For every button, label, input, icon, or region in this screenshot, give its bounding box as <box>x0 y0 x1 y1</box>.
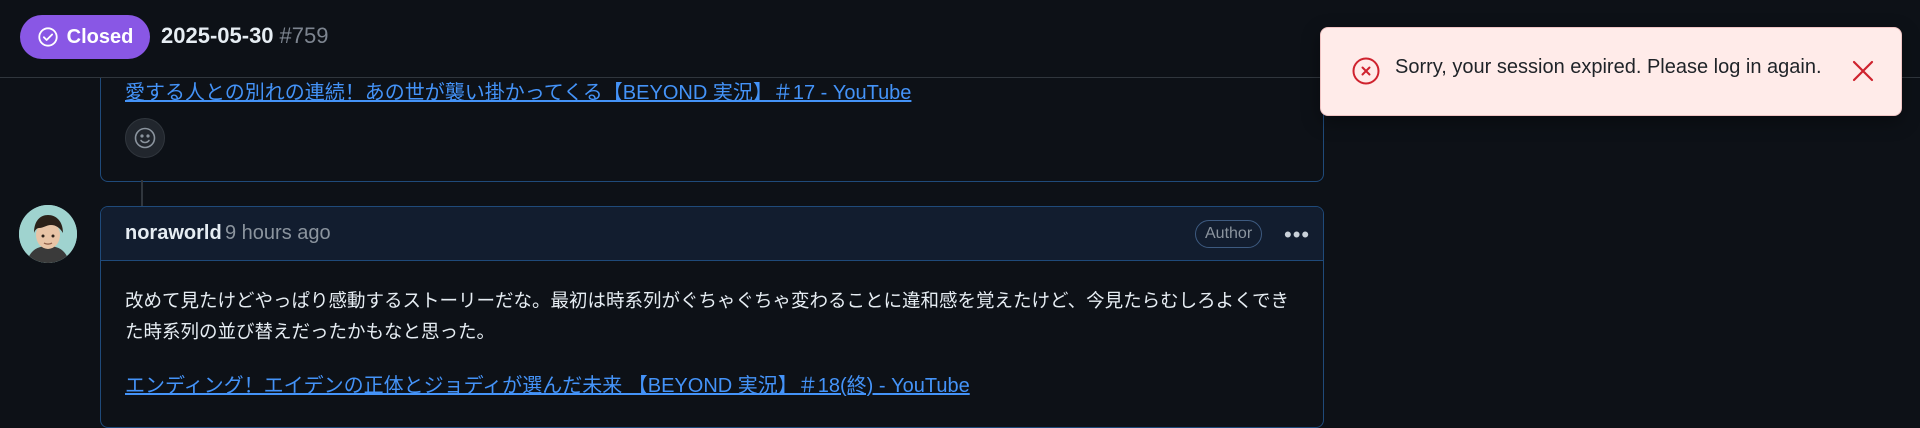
comment-header: noraworld 9 hours ago Author ••• <box>101 207 1323 261</box>
issue-number: #759 <box>279 23 329 48</box>
toast-message: Sorry, your session expired. Please log … <box>1395 56 1822 78</box>
issue-title-text: 2025-05-30 <box>161 23 274 48</box>
author-badge: Author <box>1195 220 1263 248</box>
issue-state-label: Closed <box>66 25 134 48</box>
session-expired-toast: Sorry, your session expired. Please log … <box>1320 27 1902 116</box>
issue-title: 2025-05-30 #759 <box>161 23 329 49</box>
comment-body: 改めて見たけどやっぱり感動するストーリーだな。最初は時系列がぐちゃぐちゃ変わるこ… <box>125 290 1290 342</box>
comment-link[interactable]: エンディング！エイデンの正体とジョディが選んだ未来 【BEYOND 実況】＃18… <box>125 369 970 398</box>
issue-comment: noraworld 9 hours ago Author ••• 改めて見たけど… <box>100 206 1324 428</box>
avatar[interactable] <box>19 205 77 263</box>
check-circle-icon <box>38 27 58 47</box>
avatar-image <box>19 205 77 263</box>
previous-comment-link[interactable]: 愛する人との別れの連続！あの世が襲い掛かってくる【BEYOND 実況】＃17 -… <box>125 76 911 105</box>
comment-author[interactable]: noraworld <box>125 222 222 245</box>
comment-timestamp[interactable]: 9 hours ago <box>225 222 331 245</box>
kebab-horizontal-icon[interactable]: ••• <box>1284 222 1310 248</box>
close-icon[interactable] <box>1847 55 1879 87</box>
smiley-icon <box>134 127 156 149</box>
timeline-connector <box>141 180 143 208</box>
issue-state-badge: Closed <box>20 15 150 59</box>
add-reaction-button[interactable] <box>125 118 165 158</box>
x-circle-icon <box>1352 57 1380 85</box>
